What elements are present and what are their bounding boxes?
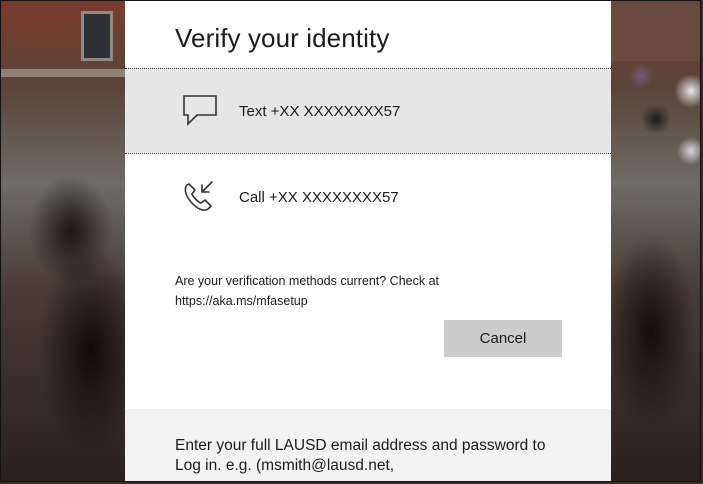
background-wall <box>611 1 700 61</box>
chat-bubble-icon <box>181 93 221 129</box>
verify-identity-dialog: Verify your identity Text +XX XXXXXXXX57… <box>125 1 611 481</box>
phone-call-icon <box>181 179 221 215</box>
login-instructions: Enter your full LAUSD email address and … <box>125 409 611 481</box>
text-option-label: Text +XX XXXXXXXX57 <box>239 103 401 120</box>
cancel-button[interactable]: Cancel <box>444 320 562 357</box>
call-verification-option[interactable]: Call +XX XXXXXXXX57 <box>125 155 611 241</box>
login-page: Verify your identity Text +XX XXXXXXXX57… <box>0 0 701 482</box>
instructions-line-1: Enter your full LAUSD email address and … <box>175 437 546 454</box>
verification-info: Are your verification methods current? C… <box>175 271 555 311</box>
text-verification-option[interactable]: Text +XX XXXXXXXX57 <box>125 68 611 154</box>
instructions-line-2: Log in. e.g. (msmith@lausd.net, <box>175 457 395 474</box>
call-option-label: Call +XX XXXXXXXX57 <box>239 189 399 206</box>
info-text: Are your verification methods current? C… <box>175 274 440 288</box>
mfa-setup-link[interactable]: https://aka.ms/mfasetup <box>175 291 555 311</box>
background-beam <box>1 69 125 77</box>
background-window <box>81 11 113 61</box>
dialog-title: Verify your identity <box>175 23 390 53</box>
